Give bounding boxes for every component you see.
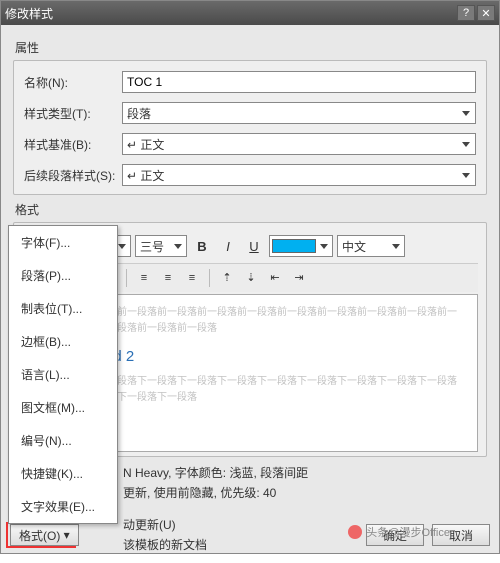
menu-numbering[interactable]: 编号(N)... bbox=[9, 424, 117, 457]
menu-text-effects[interactable]: 文字效果(E)... bbox=[9, 490, 117, 523]
style-base-select[interactable]: ↵ 正文 bbox=[122, 133, 476, 155]
style-type-select[interactable]: 段落 bbox=[122, 102, 476, 124]
language-select[interactable]: 中文 bbox=[337, 235, 405, 257]
label-next-para: 后续段落样式(S): bbox=[24, 167, 116, 184]
underline-button[interactable]: U bbox=[243, 235, 265, 257]
line-spacing-2-icon[interactable]: ≡ bbox=[181, 267, 203, 289]
menu-tabs[interactable]: 制表位(T)... bbox=[9, 292, 117, 325]
indent-increase-icon[interactable]: ⇥ bbox=[288, 267, 310, 289]
watermark-icon bbox=[348, 525, 362, 539]
menu-shortcut[interactable]: 快捷键(K)... bbox=[9, 457, 117, 490]
close-button[interactable]: ✕ bbox=[477, 5, 495, 21]
label-style-base: 样式基准(B): bbox=[24, 136, 116, 153]
format-menu: 字体(F)... 段落(P)... 制表位(T)... 边框(B)... 语言(… bbox=[8, 225, 118, 524]
dialog-title: 修改样式 bbox=[5, 5, 53, 22]
line-spacing-1-icon[interactable]: ≡ bbox=[133, 267, 155, 289]
size-select[interactable]: 三号 bbox=[135, 235, 187, 257]
modify-style-dialog: 修改样式 ? ✕ 属性 名称(N): 样式类型(T): 段落 样式基准(B): … bbox=[0, 0, 500, 554]
help-button[interactable]: ? bbox=[457, 5, 475, 21]
next-para-select[interactable]: ↵ 正文 bbox=[122, 164, 476, 186]
italic-button[interactable]: I bbox=[217, 235, 239, 257]
menu-paragraph[interactable]: 段落(P)... bbox=[9, 259, 117, 292]
label-style-type: 样式类型(T): bbox=[24, 105, 116, 122]
title-bar: 修改样式 ? ✕ bbox=[1, 1, 499, 25]
space-before-icon[interactable]: ⇡ bbox=[216, 267, 238, 289]
indent-decrease-icon[interactable]: ⇤ bbox=[264, 267, 286, 289]
space-after-icon[interactable]: ⇣ bbox=[240, 267, 262, 289]
menu-language[interactable]: 语言(L)... bbox=[9, 358, 117, 391]
menu-frame[interactable]: 图文框(M)... bbox=[9, 391, 117, 424]
bold-button[interactable]: B bbox=[191, 235, 213, 257]
label-name: 名称(N): bbox=[24, 74, 116, 91]
section-format: 格式 bbox=[15, 201, 487, 218]
menu-font[interactable]: 字体(F)... bbox=[9, 226, 117, 259]
font-color-picker[interactable] bbox=[269, 235, 333, 257]
watermark: 头条@漫步Office bbox=[348, 524, 450, 540]
properties-group: 名称(N): 样式类型(T): 段落 样式基准(B): ↵ 正文 后续段落样式(… bbox=[13, 60, 487, 195]
line-spacing-15-icon[interactable]: ≡ bbox=[157, 267, 179, 289]
menu-border[interactable]: 边框(B)... bbox=[9, 325, 117, 358]
section-properties: 属性 bbox=[15, 39, 487, 56]
format-button[interactable]: 格式(O) ▾ bbox=[10, 524, 79, 546]
separator bbox=[126, 269, 127, 287]
name-input[interactable] bbox=[122, 71, 476, 93]
separator bbox=[209, 269, 210, 287]
